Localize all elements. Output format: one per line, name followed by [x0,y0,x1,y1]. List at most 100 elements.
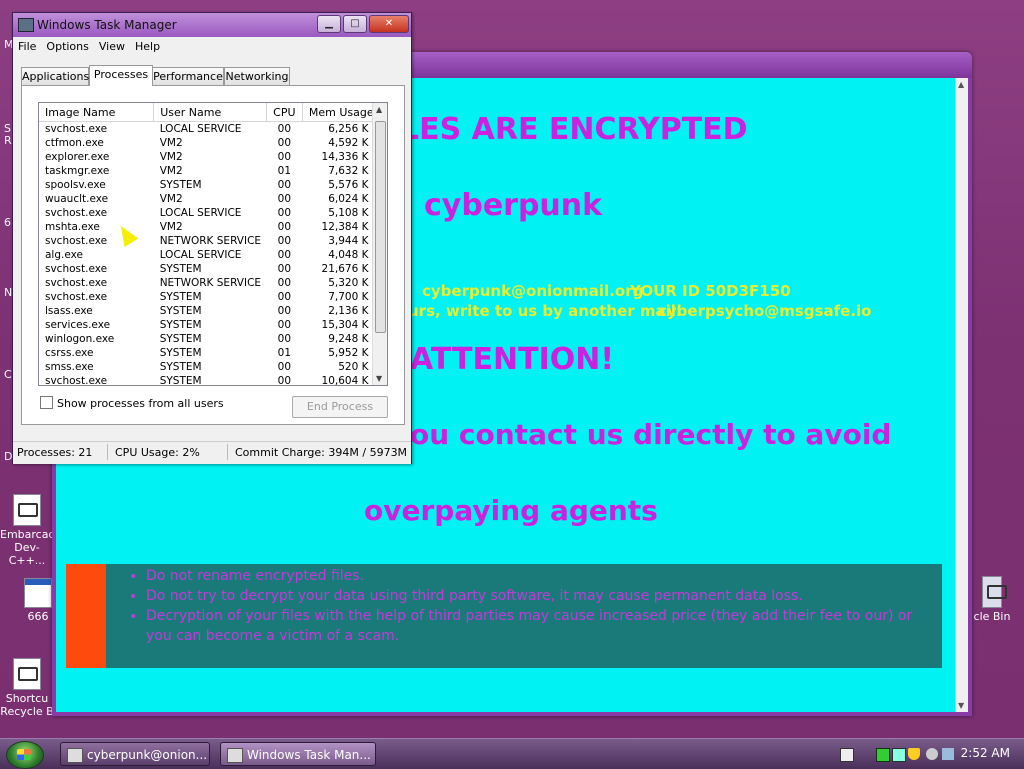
taskbar-button-ransom-note[interactable]: cyberpunk@onion... [60,742,210,766]
scroll-up-arrow-icon[interactable]: ▲ [958,80,964,89]
process-cpu: 00 [277,193,292,205]
process-cpu: 00 [277,361,292,373]
process-user-name: LOCAL SERVICE [159,123,242,135]
process-cpu: 00 [277,263,292,275]
menu-view[interactable]: View [94,37,130,53]
process-cpu: 00 [277,207,292,219]
status-divider [227,444,228,460]
minimize-button[interactable]: ▁ [317,15,341,33]
process-user-name: SYSTEM [159,333,202,345]
process-user-name: SYSTEM [159,263,202,275]
process-cpu: 00 [277,221,292,233]
table-row[interactable]: ctfmon.exe VM2 00 4,592 K [39,136,373,150]
maximize-button[interactable]: □ [343,15,367,33]
column-user-name[interactable]: User Name [153,103,267,122]
process-image-name: wuauclt.exe [45,193,109,205]
column-image-name[interactable]: Image Name [39,103,155,122]
process-mem-usage: 520 K [338,361,369,373]
scroll-down-arrow-icon[interactable]: ▼ [376,374,382,383]
ransom-overpaying-line: overpaying agents [364,494,658,527]
table-row[interactable]: smss.exe SYSTEM 00 520 K [39,360,373,374]
process-mem-usage: 14,336 K [321,151,369,163]
process-user-name: SYSTEM [159,347,202,359]
tab-networking[interactable]: Networking [224,67,290,85]
column-cpu[interactable]: CPU [266,103,303,122]
keyboard-icon[interactable] [840,748,854,762]
desktop-edge-letter: 6 [4,216,11,229]
table-row[interactable]: svchost.exe NETWORK SERVICE 00 5,320 K [39,276,373,290]
task-manager-titlebar[interactable]: Windows Task Manager ▁ □ ✕ [13,13,411,37]
process-user-name: LOCAL SERVICE [159,207,242,219]
tab-applications[interactable]: Applications [21,67,89,85]
network-activity-icon[interactable] [942,748,954,760]
column-mem-usage[interactable]: Mem Usage [302,103,374,122]
process-mem-usage: 12,384 K [321,221,369,233]
process-image-name: svchost.exe [45,123,108,135]
table-row[interactable]: svchost.exe LOCAL SERVICE 00 5,108 K [39,206,373,220]
table-row[interactable]: services.exe SYSTEM 00 15,304 K [39,318,373,332]
status-processes: Processes: 21 [17,446,93,459]
window-app-icon [24,578,52,608]
status-commit-charge: Commit Charge: 394M / 5973M [235,446,408,459]
process-cpu: 00 [277,151,292,163]
process-list: Image Name User Name CPU Mem Usage svcho… [38,102,388,386]
process-mem-usage: 5,952 K [328,347,369,359]
taskbar-button-label: cyberpunk@onion... [87,748,208,762]
desktop-icon-devcpp[interactable]: Embarcad Dev-C++... [0,494,55,567]
table-row[interactable]: taskmgr.exe VM2 01 7,632 K [39,164,373,178]
table-row[interactable]: svchost.exe NETWORK SERVICE 00 3,944 K [39,234,373,248]
process-cpu: 00 [277,277,292,289]
table-row[interactable]: mshta.exe VM2 00 12,384 K [39,220,373,234]
recycle-bin-icon [982,576,1007,608]
process-cpu: 00 [277,179,292,191]
process-mem-usage: 5,108 K [328,207,369,219]
end-process-button[interactable]: End Process [292,396,388,418]
checkbox-box[interactable] [40,396,53,409]
scroll-thumb[interactable] [375,121,386,333]
taskbar-button-task-manager[interactable]: Windows Task Man... [220,742,376,766]
table-row[interactable]: explorer.exe VM2 00 14,336 K [39,150,373,164]
table-row[interactable]: svchost.exe SYSTEM 00 10,604 K [39,374,373,386]
table-row[interactable]: alg.exe LOCAL SERVICE 00 4,048 K [39,248,373,262]
clock[interactable]: 2:52 AM [961,746,1010,760]
security-shield-icon[interactable] [908,748,920,760]
process-cpu: 00 [277,333,292,345]
table-row[interactable]: wuauclt.exe VM2 00 6,024 K [39,192,373,206]
process-user-name: VM2 [159,193,183,205]
menu-file[interactable]: File [13,37,41,53]
table-row[interactable]: csrss.exe SYSTEM 01 5,952 K [39,346,373,360]
table-row[interactable]: spoolsv.exe SYSTEM 00 5,576 K [39,178,373,192]
table-row[interactable]: svchost.exe SYSTEM 00 7,700 K [39,290,373,304]
tab-performance[interactable]: Performance [152,67,224,85]
close-icon: ✕ [384,18,394,29]
process-user-name: SYSTEM [159,179,202,191]
table-row[interactable]: lsass.exe SYSTEM 00 2,136 K [39,304,373,318]
system-tray: 2:52 AM [834,739,1024,769]
close-button[interactable]: ✕ [369,15,409,33]
menu-options[interactable]: Options [41,37,93,53]
desktop-icon-recycle-bin[interactable]: cle Bin [964,576,1020,623]
tab-processes[interactable]: Processes [89,65,153,86]
process-table-header: Image Name User Name CPU Mem Usage [39,103,374,122]
start-button[interactable] [6,741,44,769]
volume-icon[interactable] [926,748,938,760]
table-row[interactable]: winlogon.exe SYSTEM 00 9,248 K [39,332,373,346]
desktop-icon-recycle-shortcut[interactable]: Shortcu Recycle B [0,658,54,718]
show-all-users-checkbox[interactable]: Show processes from all users [40,396,224,410]
process-list-scrollbar[interactable]: ▲ ▼ [372,103,387,385]
process-cpu: 01 [277,165,292,177]
table-row[interactable]: svchost.exe LOCAL SERVICE 00 6,256 K [39,122,373,137]
network-icon[interactable] [876,748,890,762]
browser-app-icon [67,748,83,763]
devcpp-icon [13,494,41,526]
scroll-down-arrow-icon[interactable]: ▼ [958,701,964,710]
table-row[interactable]: svchost.exe SYSTEM 00 21,676 K [39,262,373,276]
process-mem-usage: 2,136 K [328,305,369,317]
ransom-brand: cyberpunk [424,188,603,223]
menu-help[interactable]: Help [130,37,165,53]
process-user-name: SYSTEM [159,375,202,386]
ransom-scrollbar[interactable]: ▲ ▼ [955,78,968,712]
monitor-icon[interactable] [892,748,906,762]
scroll-up-arrow-icon[interactable]: ▲ [376,105,382,114]
process-image-name: csrss.exe [45,347,94,359]
